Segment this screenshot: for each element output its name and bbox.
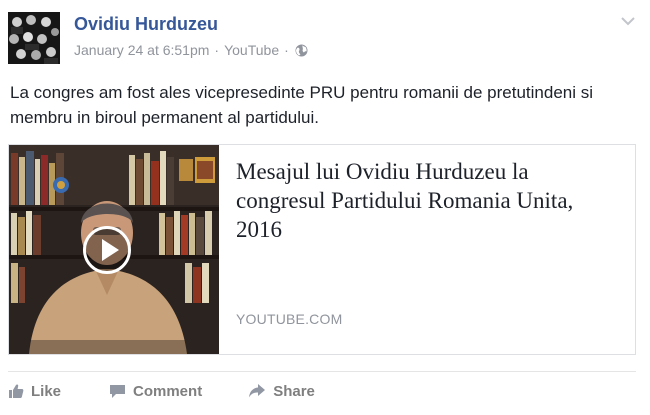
link-source: YOUTUBE.COM [236,311,343,327]
comment-button[interactable]: Comment [109,383,202,400]
share-button[interactable]: Share [248,383,315,400]
share-label: Share [273,382,315,400]
post-text: La congres am fost ales vicepresedinte P… [10,83,594,127]
post-meta: January 24 at 6:51pm · YouTube · [74,42,308,58]
avatar[interactable] [8,12,60,64]
comment-icon [110,385,126,398]
comment-label: Comment [133,382,203,400]
globe-icon[interactable] [295,44,308,57]
post-timestamp[interactable]: January 24 at 6:51pm [74,42,209,58]
post-source[interactable]: YouTube [224,42,279,58]
link-title[interactable]: Mesajul lui Ovidiu Hurduzeu la congresul… [236,157,621,244]
like-label: Like [31,382,62,400]
like-button[interactable]: Like [8,383,61,400]
meta-separator: · [284,42,289,58]
chevron-down-icon[interactable] [620,14,636,26]
play-icon[interactable] [83,226,131,274]
actions-divider [8,371,636,372]
facebook-post: Ovidiu Hurduzeu January 24 at 6:51pm · Y… [0,0,650,415]
thumbs-up-icon [9,384,24,398]
author-name[interactable]: Ovidiu Hurduzeu [74,14,218,35]
link-preview-card[interactable]: Mesajul lui Ovidiu Hurduzeu la congresul… [8,144,636,355]
video-thumbnail[interactable] [9,145,219,354]
post-actions: Like Comment Share [8,378,343,404]
meta-separator: · [214,42,220,58]
share-arrow-icon [249,384,266,398]
